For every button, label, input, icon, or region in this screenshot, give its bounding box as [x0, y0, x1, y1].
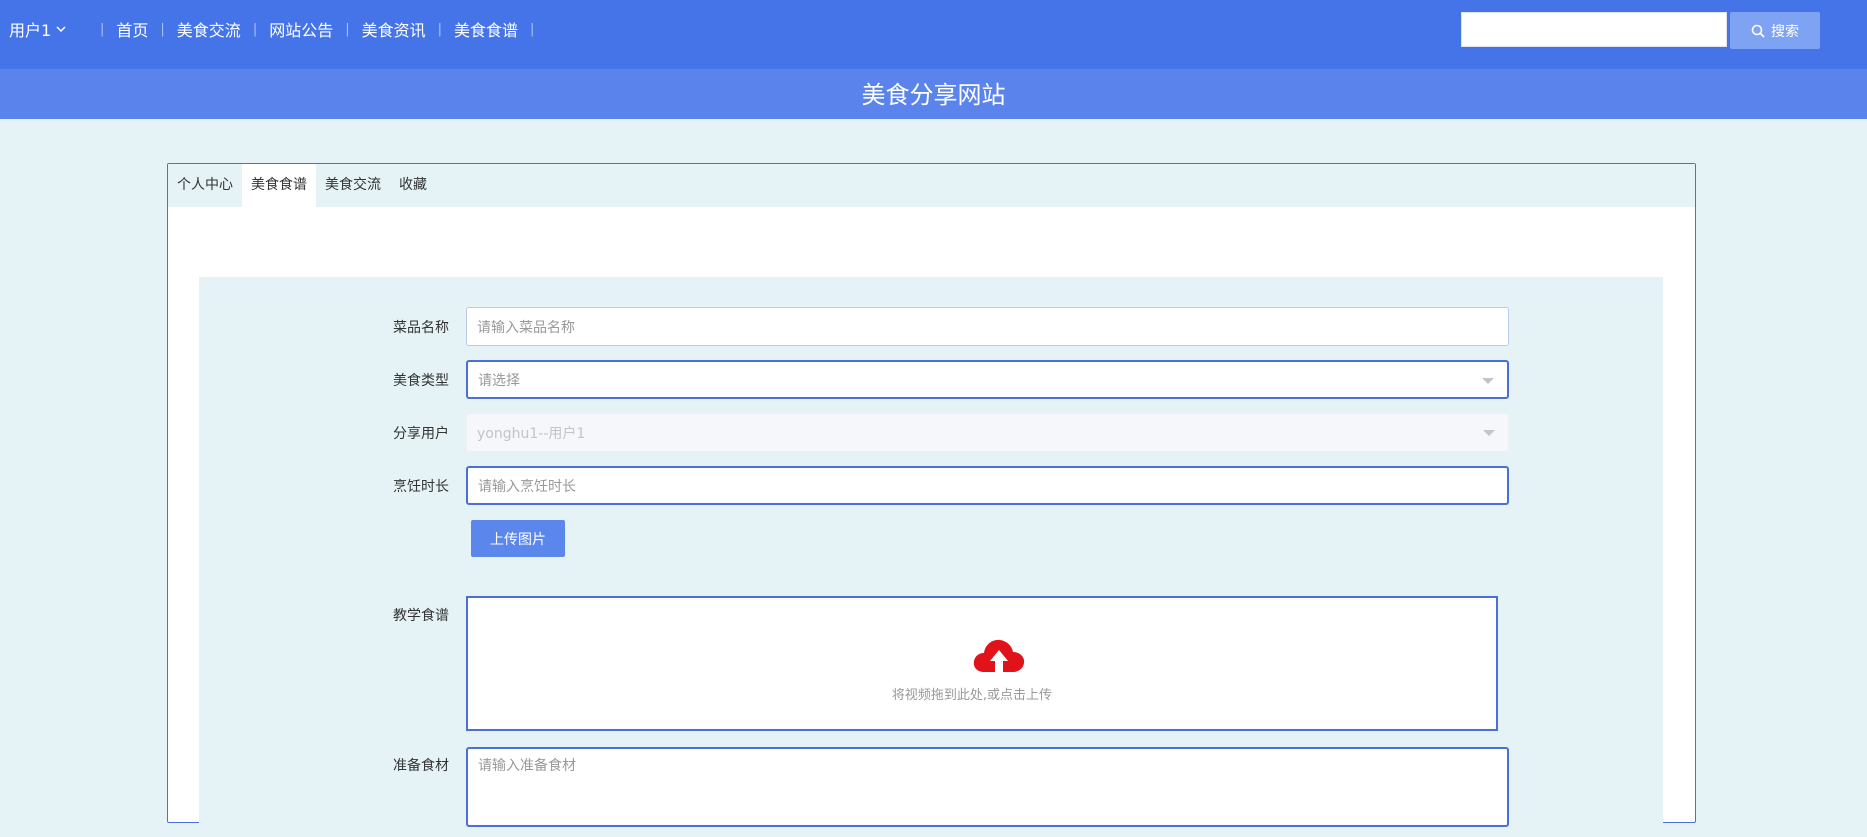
nav-link-food-news[interactable]: 美食资讯 [362, 17, 426, 41]
user-menu[interactable]: 用户1 [9, 17, 67, 41]
upload-image-button[interactable]: 上传图片 [471, 520, 565, 557]
cook-time-label: 烹饪时长 [393, 479, 449, 495]
search-input[interactable] [1461, 12, 1727, 47]
share-user-value: yonghu1--用户1 [477, 425, 586, 442]
site-banner: 美食分享网站 [0, 69, 1867, 119]
nav-divider: | [100, 21, 105, 37]
search-button-label: 搜索 [1771, 23, 1799, 40]
search-icon [1751, 24, 1765, 38]
dish-name-label: 菜品名称 [393, 320, 449, 336]
cook-time-input[interactable]: 请输入烹饪时长 [466, 466, 1509, 505]
tab-bar: 个人中心 美食食谱 美食交流 收藏 [168, 164, 1695, 207]
nav-link-announcements[interactable]: 网站公告 [269, 17, 333, 41]
upload-hint: 将视频拖到此处,或点击上传 [891, 688, 1053, 703]
caret-down-icon [1482, 378, 1494, 384]
food-type-placeholder: 请选择 [478, 372, 520, 389]
tab-food-exchange[interactable]: 美食交流 [316, 164, 390, 207]
user-menu-label: 用户1 [9, 21, 52, 40]
nav-divider: | [437, 21, 443, 37]
ingredients-placeholder: 请输入准备食材 [478, 758, 576, 774]
nav-divider: | [160, 21, 165, 37]
food-type-label: 美食类型 [393, 373, 449, 389]
nav-divider: | [530, 21, 535, 37]
recipe-form: 菜品名称 请输入菜品名称 美食类型 请选择 分享用户 yonghu1--用户1 … [199, 277, 1663, 837]
tutorial-label: 教学食谱 [393, 608, 449, 624]
nav-divider: | [345, 21, 350, 37]
food-type-select[interactable]: 请选择 [466, 360, 1509, 399]
tab-personal-center[interactable]: 个人中心 [168, 164, 242, 207]
ingredients-label: 准备食材 [393, 758, 449, 774]
tab-recipes[interactable]: 美食食谱 [242, 164, 316, 207]
site-title: 美食分享网站 [861, 81, 1006, 109]
share-user-select: yonghu1--用户1 [466, 413, 1509, 452]
caret-down-icon [1483, 430, 1495, 436]
main-panel: 个人中心 美食食谱 美食交流 收藏 菜品名称 请输入菜品名称 美食类型 请选择 … [167, 163, 1696, 837]
nav-link-home[interactable]: 首页 [116, 17, 148, 41]
share-user-label: 分享用户 [393, 426, 449, 442]
tab-favorites[interactable]: 收藏 [390, 164, 436, 207]
chevron-down-icon [56, 26, 66, 33]
cloud-upload-icon [973, 639, 1025, 672]
dish-name-placeholder: 请输入菜品名称 [477, 319, 575, 336]
ingredients-textarea[interactable]: 请输入准备食材 [466, 747, 1509, 827]
top-nav: 用户1 | 首页 | 美食交流 | 网站公告 | 美食资讯 | 美食食谱 | 搜… [0, 0, 1867, 69]
nav-divider: | [252, 21, 258, 37]
nav-link-recipes[interactable]: 美食食谱 [454, 17, 518, 41]
nav-link-food-exchange[interactable]: 美食交流 [177, 17, 241, 41]
dish-name-input[interactable]: 请输入菜品名称 [466, 307, 1509, 346]
nav-links: | 首页 | 美食交流 | 网站公告 | 美食资讯 | 美食食谱 | [88, 17, 546, 41]
video-upload-dropzone[interactable]: 将视频拖到此处,或点击上传 [466, 596, 1498, 731]
search-button[interactable]: 搜索 [1730, 12, 1820, 49]
cook-time-placeholder: 请输入烹饪时长 [478, 478, 576, 495]
